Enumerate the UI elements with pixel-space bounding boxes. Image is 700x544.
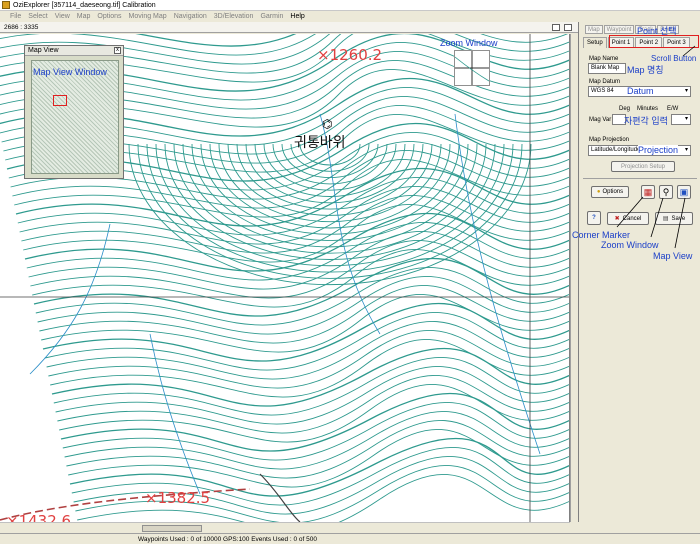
viewport-rectangle[interactable] bbox=[53, 95, 67, 106]
annotation-map-view-window: Map View Window bbox=[33, 67, 107, 77]
menu-view[interactable]: View bbox=[55, 13, 70, 20]
window-title: OziExplorer [357114_daeseong.tif] Calibr… bbox=[13, 1, 156, 9]
menu-select[interactable]: Select bbox=[28, 13, 47, 20]
image-icon[interactable] bbox=[552, 24, 560, 31]
elevation-label: ×1260.2 bbox=[317, 46, 383, 64]
map-thumbnail[interactable] bbox=[31, 60, 119, 174]
contour-line bbox=[182, 143, 478, 248]
coordinate-bar: 2686 : 3335 bbox=[0, 22, 578, 33]
horizontal-scrollbar[interactable] bbox=[0, 522, 570, 533]
place-name-label: 귀통바위 bbox=[294, 135, 346, 151]
zoom-window[interactable] bbox=[454, 50, 490, 86]
peak-symbol-icon: ⌬ bbox=[322, 117, 333, 131]
map-view-window[interactable]: Map View x Map View Window bbox=[24, 45, 124, 179]
stream-line bbox=[29, 223, 111, 375]
title-bar: OziExplorer [357114_daeseong.tif] Calibr… bbox=[0, 0, 700, 11]
contour-line bbox=[191, 143, 469, 241]
annotation-zoom-window: Zoom Window bbox=[440, 38, 498, 48]
map-view-titlebar: Map View x bbox=[25, 46, 123, 56]
menu-help[interactable]: Help bbox=[290, 13, 304, 20]
menu-options[interactable]: Options bbox=[97, 13, 121, 20]
annotation-arrows bbox=[616, 45, 696, 249]
menu-file[interactable]: File bbox=[10, 13, 21, 20]
status-text: Waypoints Used : 0 of 10000 GPS:100 Even… bbox=[138, 535, 317, 543]
calibration-panel: Map Waypoint Track Route Point 선택 Setup … bbox=[572, 22, 700, 522]
app-icon bbox=[2, 1, 10, 9]
road-line bbox=[259, 473, 301, 522]
status-bar: Waypoints Used : 0 of 10000 GPS:100 Even… bbox=[0, 533, 700, 544]
vertical-scrollbar[interactable] bbox=[570, 34, 578, 522]
elevation-label: ×1432.6 bbox=[6, 512, 72, 522]
scroll-thumb[interactable] bbox=[142, 525, 202, 532]
menu-3d-elevation[interactable]: 3D/Elevation bbox=[214, 13, 254, 20]
elevation-label: ×1382.5 bbox=[145, 489, 211, 507]
menu-moving-map[interactable]: Moving Map bbox=[129, 13, 167, 20]
cursor-coordinates: 2686 : 3335 bbox=[4, 23, 39, 31]
menu-bar: File Select View Map Options Moving Map … bbox=[0, 11, 700, 22]
save-icon[interactable] bbox=[564, 24, 572, 31]
menu-navigation[interactable]: Navigation bbox=[174, 13, 207, 20]
menu-garmin[interactable]: Garmin bbox=[260, 13, 283, 20]
crosshair-icon bbox=[454, 51, 490, 85]
menu-map[interactable]: Map bbox=[77, 13, 91, 20]
stream-line bbox=[149, 333, 201, 495]
contour-line bbox=[218, 143, 442, 223]
close-icon[interactable]: x bbox=[114, 47, 121, 54]
map-view-title: Map View bbox=[28, 47, 59, 54]
